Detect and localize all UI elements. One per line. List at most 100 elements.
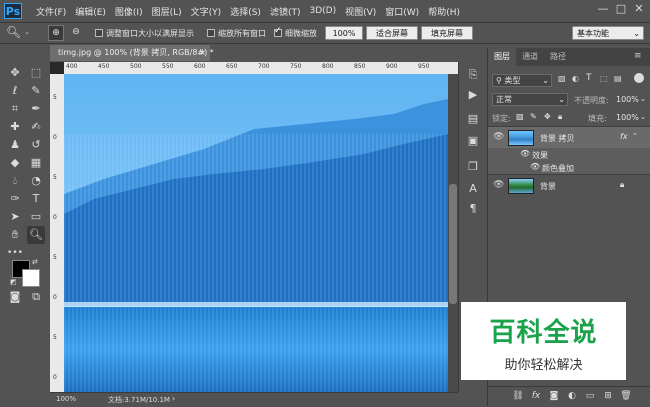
effects-row[interactable]: 👁︎ 效果 — [488, 148, 650, 161]
fill-value[interactable]: 100% — [616, 113, 639, 122]
opacity-chevron-icon[interactable]: ⌄ — [640, 95, 646, 103]
zoom-out-icon[interactable]: ⊖ — [68, 25, 84, 41]
maximize-button[interactable]: □ — [614, 2, 628, 16]
scrubby-zoom-checkbox[interactable] — [274, 26, 282, 37]
layer-row-background-copy[interactable]: 👁︎ 背景 拷贝 fx ⌃ — [488, 126, 650, 149]
lock-all-icon[interactable]: 🔒︎ — [558, 112, 562, 122]
lock-image-icon[interactable]: ✎ — [530, 112, 537, 121]
layer-row-background[interactable]: 👁︎ 背景 🔒︎ — [488, 174, 650, 197]
quick-mask-icon[interactable]: ◙ — [6, 288, 24, 306]
crop-tool-icon[interactable]: ⌗ — [6, 100, 24, 118]
visibility-eye-icon[interactable]: 👁︎ — [493, 132, 504, 142]
adjustment-filter-icon[interactable]: ◐ — [572, 74, 579, 83]
lock-position-icon[interactable]: ✥ — [544, 112, 551, 121]
path-selection-tool-icon[interactable]: ➤ — [6, 208, 24, 226]
type-tool-icon[interactable]: T — [27, 190, 45, 208]
menu-image[interactable]: 图像(I) — [115, 5, 143, 18]
healing-brush-tool-icon[interactable]: ✚ — [6, 118, 24, 136]
swap-colors-icon[interactable]: ⇄ — [32, 258, 38, 266]
blur-tool-icon[interactable]: 💧︎ — [6, 172, 24, 190]
eyedropper-tool-icon[interactable]: ✒ — [27, 100, 45, 118]
blend-mode-select[interactable]: 正常 ⌄ — [492, 93, 568, 106]
paragraph-panel-icon[interactable]: ¶ — [464, 200, 482, 218]
type-filter-icon[interactable]: T — [586, 73, 592, 83]
close-button[interactable]: ✕ — [632, 2, 646, 16]
shape-filter-icon[interactable]: ⬚ — [600, 74, 608, 83]
history-brush-tool-icon[interactable]: ↺ — [27, 136, 45, 154]
close-document-icon[interactable]: × — [199, 45, 206, 61]
tab-channels[interactable]: 通道 — [516, 48, 544, 66]
resize-windows-checkbox[interactable] — [95, 29, 103, 37]
effect-eye-icon[interactable]: 👁︎ — [530, 162, 540, 171]
menu-window[interactable]: 窗口(W) — [385, 5, 419, 18]
menu-view[interactable]: 视图(V) — [345, 5, 376, 18]
clone-stamp-tool-icon[interactable]: ♟ — [6, 136, 24, 154]
zoom-100-button[interactable]: 100% — [325, 26, 363, 40]
new-layer-icon[interactable]: ⊞ — [602, 391, 614, 403]
hand-tool-icon[interactable]: ✋︎ — [6, 226, 24, 244]
zoom-in-icon[interactable]: ⊕ — [48, 25, 64, 41]
menu-filter[interactable]: 滤镜(T) — [270, 5, 301, 18]
eraser-tool-icon[interactable]: ◆ — [6, 154, 24, 172]
adjustments-panel-icon[interactable]: ▤ — [464, 110, 482, 128]
new-group-icon[interactable]: ▭ — [584, 391, 596, 403]
scroll-thumb[interactable] — [449, 184, 457, 304]
menu-3d[interactable]: 3D(D) — [309, 6, 336, 16]
menu-select[interactable]: 选择(S) — [230, 5, 261, 18]
zoom-all-windows-checkbox[interactable] — [207, 29, 215, 37]
screen-mode-icon[interactable]: ⧉ — [27, 288, 45, 306]
move-tool-icon[interactable]: ✥ — [6, 64, 24, 82]
minimize-button[interactable]: — — [596, 2, 610, 16]
gradient-tool-icon[interactable]: ▦ — [27, 154, 45, 172]
zoom-tool-icon[interactable]: 🔍︎ — [6, 25, 21, 39]
history-panel-icon[interactable]: ⎘ — [464, 66, 482, 84]
magic-wand-tool-icon[interactable]: ✎ — [27, 82, 45, 100]
zoom-level[interactable]: 100% — [56, 395, 76, 403]
tab-layers[interactable]: 图层 — [488, 48, 516, 66]
effects-expand-icon[interactable]: ⌃ — [632, 132, 638, 140]
menu-layer[interactable]: 图层(L) — [152, 5, 182, 18]
opacity-value[interactable]: 100% — [616, 95, 639, 104]
new-adjustment-layer-icon[interactable]: ◐ — [566, 391, 578, 403]
add-layer-style-icon[interactable]: fx — [530, 391, 542, 403]
menu-help[interactable]: 帮助(H) — [428, 5, 460, 18]
filter-toggle-icon[interactable] — [634, 73, 644, 83]
status-arrow-icon[interactable]: › — [172, 394, 175, 403]
rectangle-tool-icon[interactable]: ▭ — [27, 208, 45, 226]
pixel-filter-icon[interactable]: ▧ — [558, 74, 566, 83]
zoom-tool-icon[interactable]: 🔍︎ — [27, 226, 45, 244]
actions-panel-icon[interactable]: ▶ — [464, 86, 482, 104]
document-tab[interactable]: timg.jpg @ 100% (背景 拷贝, RGB/8#) * × — [50, 45, 214, 61]
panel-menu-icon[interactable]: ≡ — [634, 51, 642, 61]
smart-object-filter-icon[interactable]: ▤ — [614, 74, 622, 83]
photo-canvas[interactable] — [64, 74, 448, 392]
background-color-swatch[interactable] — [22, 269, 40, 287]
fit-screen-button[interactable]: 适合屏幕 — [366, 26, 418, 40]
layer-filter-select[interactable]: ⚲ 类型 ⌄ — [492, 74, 552, 87]
marquee-tool-icon[interactable]: ⬚ — [27, 64, 45, 82]
lasso-tool-icon[interactable]: ℓ — [6, 82, 24, 100]
lock-transparent-icon[interactable]: ▨ — [516, 112, 524, 121]
vertical-scrollbar[interactable] — [448, 74, 458, 392]
pen-tool-icon[interactable]: ✑ — [6, 190, 24, 208]
brush-tool-icon[interactable]: ✍ — [27, 118, 45, 136]
paths-panel-icon[interactable]: ❐ — [464, 158, 482, 176]
fill-screen-button[interactable]: 填充屏幕 — [421, 26, 473, 40]
link-layers-icon[interactable]: ⛓ — [512, 391, 524, 403]
menu-file[interactable]: 文件(F) — [36, 5, 66, 18]
tab-paths[interactable]: 路径 — [544, 48, 572, 66]
effects-eye-icon[interactable]: 👁︎ — [520, 149, 530, 158]
workspace-select[interactable]: 基本功能 ⌄ — [572, 26, 644, 40]
properties-panel-icon[interactable]: ▣ — [464, 132, 482, 150]
tool-preset-chevron-icon[interactable]: ⌄ — [24, 28, 30, 36]
menu-type[interactable]: 文字(Y) — [191, 5, 222, 18]
fill-chevron-icon[interactable]: ⌄ — [640, 113, 646, 121]
menu-edit[interactable]: 编辑(E) — [75, 5, 106, 18]
delete-layer-icon[interactable]: 🗑︎ — [620, 391, 632, 403]
visibility-eye-icon[interactable]: 👁︎ — [493, 180, 504, 190]
default-colors-icon[interactable]: ◩ — [10, 278, 17, 286]
effect-color-overlay-row[interactable]: 👁︎ 颜色叠加 — [488, 161, 650, 174]
dodge-tool-icon[interactable]: ◔ — [27, 172, 45, 190]
layer-fx-badge[interactable]: fx — [620, 132, 628, 141]
character-panel-icon[interactable]: A — [464, 180, 482, 198]
